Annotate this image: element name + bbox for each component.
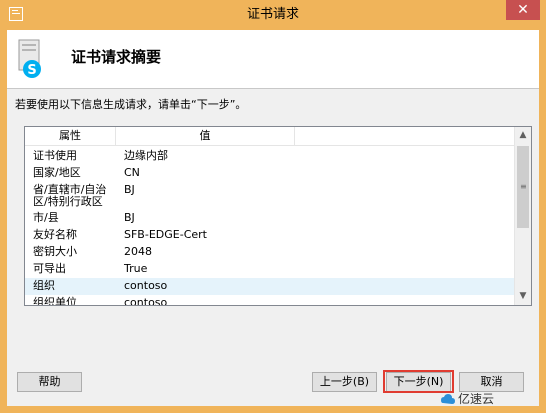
property-cell: 组织 — [33, 279, 55, 292]
table-row[interactable]: 市/县 BJ — [25, 210, 515, 227]
table-row[interactable]: 证书使用 边缘内部 — [25, 148, 515, 165]
value-cell: BJ — [124, 183, 135, 196]
property-cell: 可导出 — [33, 262, 66, 275]
scroll-down-icon[interactable]: ▼ — [515, 288, 531, 305]
table-row[interactable]: 国家/地区 CN — [25, 165, 515, 182]
value-cell: BJ — [124, 211, 135, 224]
watermark: 亿速云 — [440, 389, 544, 409]
instruction-text: 若要使用以下信息生成请求，请单击“下一步”。 — [15, 98, 247, 111]
column-header-property[interactable]: 属性 — [25, 127, 115, 145]
value-cell: SFB-EDGE-Cert — [124, 228, 207, 241]
skype-certificate-icon: S — [17, 39, 49, 79]
value-cell: True — [124, 262, 148, 275]
back-button[interactable]: 上一步(B) — [312, 372, 377, 392]
property-cell: 证书使用 — [33, 149, 77, 162]
certificate-request-window: 证书请求 ✕ S 证书请求摘要 若要使用以下信息生成请求，请单击“下一步”。 属… — [0, 0, 546, 413]
table-row-selected[interactable]: 组织 contoso — [25, 278, 515, 295]
window-title: 证书请求 — [246, 7, 299, 22]
property-cell: 国家/地区 — [33, 166, 81, 179]
table-row[interactable]: 密钥大小 2048 — [25, 244, 515, 261]
grip-icon: ≡ — [520, 182, 527, 191]
title-bar[interactable]: 证书请求 ✕ — [0, 0, 546, 30]
dialog-body: S 证书请求摘要 若要使用以下信息生成请求，请单击“下一步”。 属性 值 证书使… — [7, 30, 539, 406]
close-button[interactable]: ✕ — [506, 0, 540, 20]
scroll-thumb[interactable]: ≡ — [517, 146, 529, 228]
table-row[interactable]: 省/直辖市/自治区/特别行政区 BJ — [25, 182, 515, 210]
cloud-logo-icon — [440, 392, 456, 406]
value-cell: 边缘内部 — [124, 149, 168, 162]
table-row[interactable]: 组织单位 contoso — [25, 295, 515, 306]
list-header: 属性 值 — [25, 127, 515, 146]
property-cell: 省/直辖市/自治区/特别行政区 — [33, 183, 107, 208]
column-separator[interactable] — [294, 127, 295, 145]
value-cell: CN — [124, 166, 140, 179]
page-title: 证书请求摘要 — [71, 48, 162, 66]
value-cell: 2048 — [124, 245, 152, 258]
watermark-text: 亿速云 — [458, 392, 495, 406]
vertical-scrollbar[interactable]: ▲ ≡ ▼ — [514, 127, 531, 305]
table-row[interactable]: 可导出 True — [25, 261, 515, 278]
value-cell: contoso — [124, 279, 168, 292]
property-cell: 市/县 — [33, 211, 59, 224]
scroll-up-icon[interactable]: ▲ — [515, 127, 531, 144]
page-header: S 证书请求摘要 — [7, 30, 539, 88]
summary-list[interactable]: 属性 值 证书使用 边缘内部 国家/地区 CN 省/直辖市/自治区/特别行政区 … — [24, 126, 532, 306]
column-header-value[interactable]: 值 — [116, 127, 294, 145]
help-button[interactable]: 帮助 — [17, 372, 82, 392]
header-divider — [7, 88, 539, 89]
table-row[interactable]: 友好名称 SFB-EDGE-Cert — [25, 227, 515, 244]
value-cell: contoso — [124, 296, 168, 306]
property-cell: 密钥大小 — [33, 245, 77, 258]
svg-text:S: S — [27, 63, 36, 78]
property-cell: 友好名称 — [33, 228, 77, 241]
property-cell: 组织单位 — [33, 296, 77, 306]
